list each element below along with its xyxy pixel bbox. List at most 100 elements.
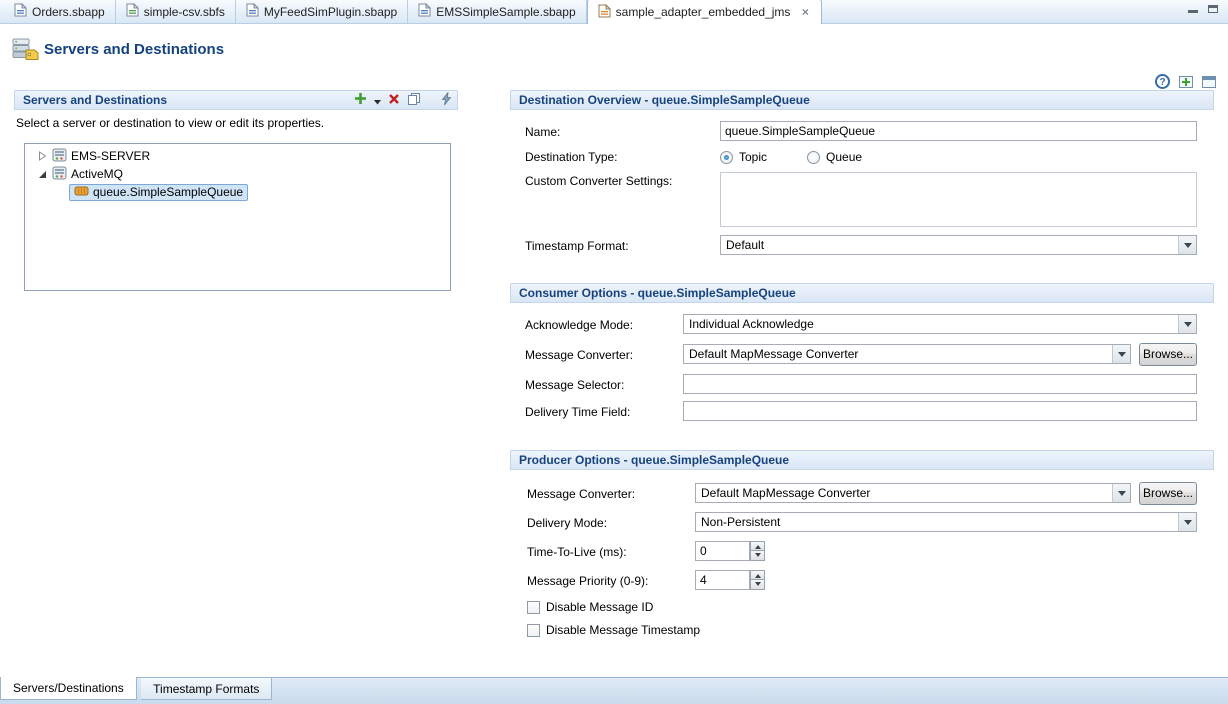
section-title: Producer Options - queue.SimpleSampleQue… <box>519 453 789 467</box>
tab-simple-csv-sbfs[interactable]: simple-csv.sbfs <box>116 0 236 23</box>
consumer-options-section: Consumer Options - queue.SimpleSampleQue… <box>510 283 1214 443</box>
name-label: Name: <box>525 125 560 139</box>
delivery-time-field-input[interactable] <box>683 401 1197 421</box>
section-title: Servers and Destinations <box>23 93 167 107</box>
producer-message-converter-label: Message Converter: <box>527 487 635 501</box>
tab-timestamp-formats[interactable]: Timestamp Formats <box>141 678 272 700</box>
producer-message-converter-combo[interactable]: Default MapMessage Converter <box>695 483 1131 503</box>
adapter-file-icon <box>598 4 611 21</box>
tree-item-label: ActiveMQ <box>71 167 123 181</box>
disable-message-id-checkbox[interactable] <box>527 601 540 614</box>
help-icon[interactable] <box>1155 74 1170 89</box>
tree-item-label: queue.SimpleSampleQueue <box>93 185 243 199</box>
producer-browse-button[interactable]: Browse... <box>1139 482 1197 505</box>
servers-toolbar <box>354 93 452 109</box>
tab-label: MyFeedSimPlugin.sbapp <box>264 5 397 19</box>
consumer-options-header: Consumer Options - queue.SimpleSampleQue… <box>510 283 1214 303</box>
message-priority-spinner <box>750 570 765 590</box>
name-input[interactable] <box>720 121 1197 141</box>
file-icon <box>14 3 27 20</box>
add-dropdown-chevron-icon[interactable] <box>374 92 381 110</box>
tab-orders-sbapp[interactable]: Orders.sbapp <box>4 0 116 23</box>
tree-row-activemq[interactable]: ActiveMQ <box>25 165 450 183</box>
disable-message-id-label: Disable Message ID <box>546 600 653 614</box>
tab-label: EMSSimpleSample.sbapp <box>436 5 575 19</box>
combo-dropdown-button[interactable] <box>1178 513 1196 531</box>
tab-servers-destinations[interactable]: Servers/Destinations <box>0 677 137 700</box>
destination-type-radios: Topic Queue <box>720 149 862 165</box>
file-icon <box>246 3 259 20</box>
spin-down-button[interactable] <box>750 580 765 590</box>
add-page-icon[interactable] <box>1179 76 1193 88</box>
spin-up-button[interactable] <box>750 541 765 551</box>
down-arrow-icon <box>755 582 761 589</box>
tree-row-ems-server[interactable]: EMS-SERVER <box>25 147 450 165</box>
message-priority-input[interactable] <box>695 570 750 590</box>
delete-icon[interactable] <box>388 92 400 110</box>
combo-value: Non-Persistent <box>701 515 780 529</box>
queue-icon <box>74 184 89 201</box>
combo-value: Individual Acknowledge <box>689 317 814 331</box>
server-icon <box>52 166 67 183</box>
topic-radio[interactable] <box>720 151 733 164</box>
combo-dropdown-button[interactable] <box>1112 484 1130 502</box>
topic-radio-label: Topic <box>739 150 767 164</box>
show-pages-icon[interactable] <box>1202 76 1216 88</box>
up-arrow-icon <box>755 571 761 578</box>
timestamp-format-combo[interactable]: Default <box>720 235 1197 255</box>
chevron-down-icon <box>1184 243 1192 252</box>
custom-converter-label: Custom Converter Settings: <box>525 174 672 188</box>
file-icon <box>418 3 431 20</box>
tab-myfeedsimplugin-sbapp[interactable]: MyFeedSimPlugin.sbapp <box>236 0 408 23</box>
chevron-expanded-icon[interactable] <box>37 169 48 179</box>
radio-dot-icon <box>724 155 729 160</box>
producer-options-header: Producer Options - queue.SimpleSampleQue… <box>510 450 1214 470</box>
tab-emssimplesample-sbapp[interactable]: EMSSimpleSample.sbapp <box>408 0 586 23</box>
custom-converter-textarea[interactable] <box>720 172 1197 227</box>
selected-tree-item[interactable]: queue.SimpleSampleQueue <box>69 184 248 201</box>
message-selector-input[interactable] <box>683 374 1197 394</box>
servers-section-header: Servers and Destinations <box>14 90 458 110</box>
instruction-text: Select a server or destination to view o… <box>16 116 324 130</box>
server-tree[interactable]: EMS-SERVER ActiveMQ queue.SimpleSampleQu… <box>24 143 451 291</box>
disable-message-id-row: Disable Message ID <box>527 599 653 615</box>
maximize-icon[interactable] <box>1208 5 1218 13</box>
tab-sample-adapter-embedded-jms[interactable]: sample_adapter_embedded_jms <box>587 0 823 24</box>
disable-message-timestamp-checkbox[interactable] <box>527 624 540 637</box>
tree-row-queue-simplesamplequeue[interactable]: queue.SimpleSampleQueue <box>25 183 450 201</box>
acknowledge-mode-label: Acknowledge Mode: <box>525 318 633 332</box>
delivery-time-field-label: Delivery Time Field: <box>525 405 630 419</box>
chevron-down-icon <box>1118 491 1126 500</box>
add-server-icon[interactable] <box>354 92 367 110</box>
time-to-live-label: Time-To-Live (ms): <box>527 545 627 559</box>
consumer-message-converter-combo[interactable]: Default MapMessage Converter <box>683 344 1131 364</box>
close-icon[interactable] <box>799 5 811 19</box>
queue-radio[interactable] <box>807 151 820 164</box>
delivery-mode-combo[interactable]: Non-Persistent <box>695 512 1197 532</box>
consumer-browse-button[interactable]: Browse... <box>1139 343 1197 366</box>
header-buttons <box>1155 74 1216 89</box>
minimize-icon[interactable] <box>1188 4 1198 13</box>
copy-icon[interactable] <box>407 92 421 111</box>
tab-label: Orders.sbapp <box>32 5 105 19</box>
page-title: Servers and Destinations <box>44 41 224 58</box>
queue-radio-label: Queue <box>826 150 862 164</box>
chevron-collapsed-icon[interactable] <box>37 151 48 161</box>
combo-dropdown-button[interactable] <box>1178 236 1196 254</box>
disable-message-timestamp-label: Disable Message Timestamp <box>546 623 700 637</box>
combo-value: Default <box>726 238 764 252</box>
spin-up-button[interactable] <box>750 570 765 580</box>
server-icon <box>52 148 67 165</box>
tree-item-label: EMS-SERVER <box>71 149 150 163</box>
chevron-down-icon <box>1118 352 1126 361</box>
destination-overview-section: Destination Overview - queue.SimpleSampl… <box>510 90 1214 275</box>
chevron-down-icon <box>1184 322 1192 331</box>
down-arrow-icon <box>755 553 761 560</box>
combo-dropdown-button[interactable] <box>1112 345 1130 363</box>
time-to-live-input[interactable] <box>695 541 750 561</box>
acknowledge-mode-combo[interactable]: Individual Acknowledge <box>683 314 1197 334</box>
wizard-lightning-icon[interactable] <box>440 92 452 111</box>
spin-down-button[interactable] <box>750 551 765 561</box>
combo-dropdown-button[interactable] <box>1178 315 1196 333</box>
servers-destinations-icon <box>12 38 39 66</box>
